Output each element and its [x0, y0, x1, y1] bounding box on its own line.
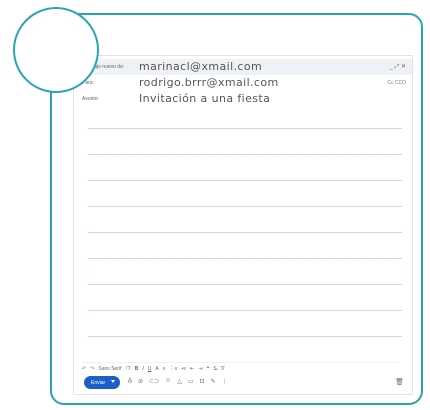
- undo-icon[interactable]: ↶: [82, 366, 86, 372]
- to-row[interactable]: Para: rodrigo.brrr@xmail.com Cc CCO: [74, 75, 412, 91]
- body-line: [88, 284, 402, 285]
- italic-icon[interactable]: I: [142, 366, 143, 372]
- lock-icon[interactable]: ⊡: [200, 378, 205, 385]
- body-line: [88, 128, 402, 129]
- body-line: [88, 310, 402, 311]
- subject-label: Asunto:: [82, 96, 99, 102]
- subject-field[interactable]: Invitación a una fiesta: [139, 92, 270, 105]
- numbered-list-icon[interactable]: ⋮≡: [170, 366, 178, 372]
- font-select[interactable]: Sans Serif: [98, 366, 121, 372]
- body-line: [88, 206, 402, 207]
- indent-more-icon[interactable]: ⇥: [198, 366, 202, 372]
- body-line: [88, 258, 402, 259]
- underline-icon[interactable]: U: [148, 366, 152, 372]
- compose-window: Mensaje nuevo de: marinacl@xmail.com _ ⤢…: [73, 55, 413, 395]
- to-field[interactable]: rodrigo.brrr@xmail.com: [139, 76, 279, 89]
- redo-icon[interactable]: ↷: [90, 366, 94, 372]
- bulleted-list-icon[interactable]: •≡: [182, 366, 187, 372]
- strikethrough-icon[interactable]: S̶: [213, 366, 216, 372]
- font-size-icon[interactable]: ᵀT: [125, 366, 130, 372]
- body-line: [88, 232, 402, 233]
- emoji-icon[interactable]: ☺: [165, 378, 171, 385]
- photo-icon[interactable]: ▭: [188, 378, 194, 385]
- formatting-toolbar: ↶ ↷ Sans Serif ᵀT B I U A ≡ ⋮≡ •≡ ⇤ ⇥ ❝ …: [82, 362, 398, 375]
- action-icons: A̲ ⊘ ⊂⊃ ☺ △ ▭ ⊡ ✎ ⋮: [128, 378, 228, 385]
- send-label: Enviar: [91, 379, 106, 386]
- cc-bcc-link[interactable]: Cc CCO: [387, 80, 406, 86]
- body-line: [88, 154, 402, 155]
- from-row: Mensaje nuevo de: marinacl@xmail.com _ ⤢…: [74, 59, 412, 75]
- align-icon[interactable]: ≡: [163, 366, 166, 372]
- bold-icon[interactable]: B: [135, 366, 139, 372]
- more-options-icon[interactable]: ⋮: [222, 378, 228, 385]
- body-line: [88, 336, 402, 337]
- body-line: [88, 180, 402, 181]
- from-value: marinacl@xmail.com: [139, 60, 263, 73]
- signature-icon[interactable]: ✎: [211, 378, 216, 385]
- decorative-circle: [13, 7, 99, 93]
- indent-less-icon[interactable]: ⇤: [190, 366, 194, 372]
- subject-row[interactable]: Asunto: Invitación a una fiesta: [74, 91, 412, 107]
- trash-icon[interactable]: 🗑: [395, 378, 404, 386]
- send-button[interactable]: Enviar: [84, 376, 120, 389]
- text-color-icon[interactable]: A: [155, 366, 158, 372]
- quote-icon[interactable]: ❝: [207, 366, 210, 372]
- attach-icon[interactable]: ⊘: [138, 378, 143, 385]
- link-icon[interactable]: ⊂⊃: [149, 378, 159, 385]
- action-bar: Enviar A̲ ⊘ ⊂⊃ ☺ △ ▭ ⊡ ✎ ⋮ 🗑: [82, 376, 408, 390]
- send-options-chevron-icon[interactable]: [111, 380, 115, 383]
- clear-format-icon[interactable]: T̸: [221, 366, 224, 372]
- drive-icon[interactable]: △: [177, 378, 182, 385]
- format-icon[interactable]: A̲: [128, 378, 132, 385]
- window-controls[interactable]: _ ⤢ ✕: [390, 63, 407, 71]
